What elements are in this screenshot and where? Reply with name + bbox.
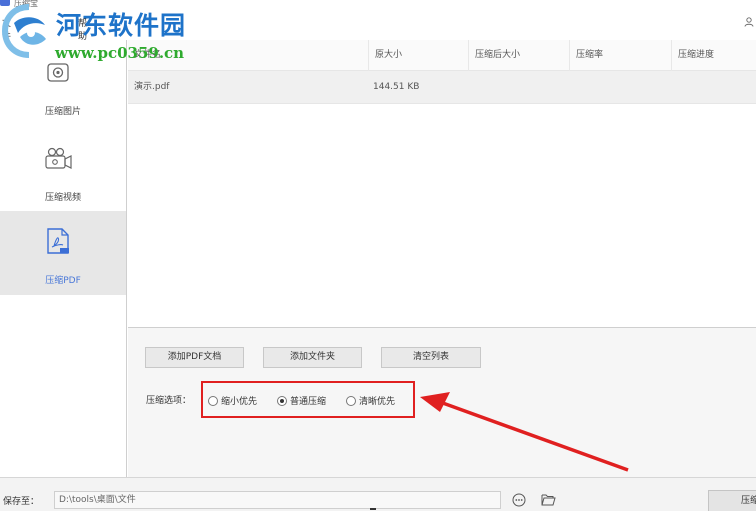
file-table: 文件名 原大小 压缩后大小 压缩率 压缩进度 演示.pdf 144.51 KB [128, 40, 756, 327]
camera-icon [47, 63, 69, 82]
clear-list-button[interactable]: 清空列表 [381, 347, 481, 368]
radio-circle [346, 395, 356, 406]
sidebar-item-label: 压缩图片 [44, 107, 81, 117]
sidebar: 压缩图片 压缩视频 压缩PDF [0, 40, 127, 477]
save-bar: 保存至： D:\tools\桌面\文件 压缩 [0, 477, 756, 511]
action-panel: 添加PDF文档 添加文件夹 清空列表 压缩选项： 缩小优先 普通压缩 清晰优先 [128, 327, 756, 477]
radio-normal-compress[interactable]: 普通压缩 [277, 394, 327, 407]
sidebar-item-label: 压缩PDF [45, 276, 81, 286]
more-options-icon[interactable] [512, 493, 526, 507]
save-path-field[interactable]: D:\tools\桌面\文件 [54, 491, 501, 509]
pdf-icon [47, 228, 69, 254]
save-to-label: 保存至： [3, 497, 40, 507]
table-header: 文件名 原大小 压缩后大小 压缩率 压缩进度 [128, 40, 756, 71]
sidebar-item-compress-pdf[interactable]: 压缩PDF [0, 211, 126, 295]
radio-label: 缩小优先 [221, 397, 258, 407]
compress-button[interactable]: 压缩 [708, 490, 756, 511]
radio-circle-checked [277, 395, 287, 406]
original-size-cell: 144.51 KB [373, 82, 420, 92]
column-header-compressed-size[interactable]: 压缩后大小 [468, 40, 569, 71]
open-folder-icon[interactable] [541, 493, 556, 506]
compression-options-label: 压缩选项： [146, 396, 192, 406]
ratio-cell [575, 71, 670, 104]
video-camera-icon [45, 147, 72, 169]
table-row[interactable]: 演示.pdf 144.51 KB [128, 71, 756, 104]
radio-smaller-first[interactable]: 缩小优先 [208, 394, 258, 407]
watermark-title: 河东软件园 [56, 11, 187, 40]
progress-cell [677, 71, 756, 104]
column-header-original-size[interactable]: 原大小 [368, 40, 468, 71]
add-pdf-button[interactable]: 添加PDF文档 [145, 347, 244, 368]
sidebar-item-compress-video[interactable]: 压缩视频 [0, 126, 126, 210]
watermark-url: www.pc0359.cn [55, 44, 185, 62]
radio-clarity-first[interactable]: 清晰优先 [346, 394, 396, 407]
column-header-ratio[interactable]: 压缩率 [569, 40, 671, 71]
sidebar-item-label: 压缩视频 [44, 193, 81, 203]
file-name-cell: 演示.pdf [134, 82, 170, 92]
radio-label: 清晰优先 [359, 397, 396, 407]
compressed-size-cell [474, 71, 569, 104]
compression-options-highlight: 缩小优先 普通压缩 清晰优先 [201, 381, 415, 418]
watermark-logo [1, 4, 46, 58]
add-folder-button[interactable]: 添加文件夹 [263, 347, 362, 368]
column-header-progress[interactable]: 压缩进度 [671, 40, 756, 71]
user-icon[interactable] [744, 17, 754, 27]
radio-circle [208, 395, 218, 406]
radio-label: 普通压缩 [290, 397, 327, 407]
mouse-cursor [370, 508, 376, 510]
